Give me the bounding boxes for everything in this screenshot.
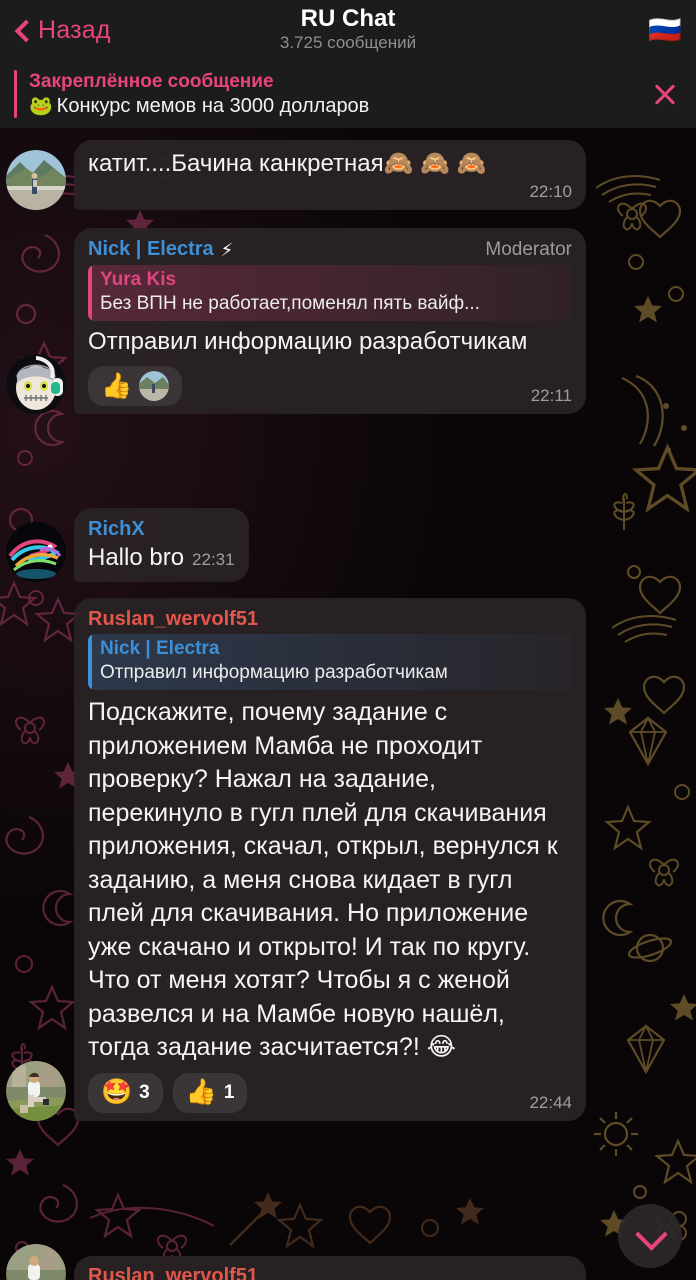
pinned-texts: Закреплённое сообщение 🐸 Конкурс мемов на… (29, 71, 648, 118)
reaction-count: 3 (139, 1081, 150, 1103)
chat-message-list[interactable]: катит....Бачина канкретная🙈 🙈 🙈 22:10 Ni… (0, 128, 696, 1280)
reaction-chip[interactable]: 👍 1 (172, 1072, 248, 1113)
pinned-accent-bar (14, 70, 17, 118)
lightning-badge-icon: ⚡ (220, 240, 234, 260)
chevron-down-icon (635, 1221, 665, 1251)
close-icon[interactable] (648, 77, 682, 111)
flag-icon: 🇷🇺 (648, 14, 682, 45)
message-sender-row: Nick | Electra ⚡ Moderator (88, 237, 572, 263)
thumbs-up-icon: 👍 (101, 371, 133, 400)
message-row[interactable]: RichX Hallo bro 22:31 (6, 508, 249, 582)
avatar[interactable] (6, 354, 66, 415)
message-text: Hallo bro (88, 544, 185, 571)
message-text: Подскажите, почему задание с приложением… (88, 698, 558, 1062)
reply-quote-text: Без ВПН не работает,поменял пять вайф... (100, 292, 480, 314)
message-bubble[interactable]: RichX Hallo bro 22:31 (74, 508, 249, 582)
message-time: 22:44 (529, 1092, 572, 1112)
reaction-avatar (139, 371, 170, 402)
avatar[interactable] (6, 1244, 66, 1280)
message-line: Hallo bro 22:31 (88, 543, 235, 574)
back-button[interactable]: Назад (14, 16, 111, 45)
moderator-label: Moderator (485, 239, 572, 260)
messages-container: катит....Бачина канкретная🙈 🙈 🙈 22:10 Ni… (0, 128, 696, 1280)
message-row[interactable]: Ruslan_wervolf51 Nick | Electra Отправил… (6, 598, 586, 1121)
avatar[interactable] (6, 1060, 66, 1121)
pinned-message-bar[interactable]: Закреплённое сообщение 🐸 Конкурс мемов на… (0, 60, 696, 128)
pinned-title: Закреплённое сообщение (29, 70, 274, 92)
reaction-chip[interactable]: 🤩 3 (88, 1072, 163, 1113)
reaction-count: 1 (223, 1081, 235, 1103)
reply-quote[interactable]: Nick | Electra Отправил информацию разра… (88, 634, 572, 691)
message-footer: 👍 22:11 (88, 358, 572, 407)
message-text: Отправил информацию разработчикам (88, 328, 528, 356)
page-title: RU Chat (300, 4, 396, 32)
chat-message-count: 3.725 сообщений (279, 33, 417, 53)
reply-quote-text: Отправил информацию разработчикам (100, 661, 448, 683)
message-row[interactable]: катит....Бачина канкретная🙈 🙈 🙈 22:10 (6, 140, 586, 210)
message-sender[interactable]: Nick | Electra (88, 237, 214, 262)
message-text: катит....Бачина канкретная🙈 🙈 🙈 (88, 150, 487, 177)
message-time: 22:10 (529, 181, 572, 201)
telegram-chat-screen: Назад RU Chat 3.725 сообщений 🇷🇺 Закрепл… (0, 0, 696, 1280)
chevron-left-icon (14, 21, 32, 39)
message-footer: 🤩 3 👍 1 22:44 (88, 1065, 572, 1113)
message-sender[interactable]: RichX (88, 517, 235, 542)
message-time: 22:11 (530, 386, 572, 406)
reactions-row[interactable]: 👍 (88, 366, 183, 407)
message-sender[interactable]: Ruslan_wervolf51 (88, 607, 572, 632)
thumbs-up-icon: 👍 (185, 1078, 217, 1107)
message-bubble[interactable]: Nick | Electra ⚡ Moderator Yura Kis Без … (74, 228, 586, 415)
avatar[interactable] (6, 521, 66, 582)
scroll-to-bottom-button[interactable] (618, 1204, 682, 1268)
chat-header: Назад RU Chat 3.725 сообщений 🇷🇺 (0, 0, 696, 60)
message-time: 22:31 (192, 550, 235, 569)
reaction-chip[interactable]: 👍 (88, 366, 183, 407)
message-bubble[interactable]: Ruslan_wervolf51 (74, 1256, 586, 1280)
message-row[interactable]: Nick | Electra ⚡ Moderator Yura Kis Без … (6, 228, 586, 415)
reactions-row[interactable]: 🤩 3 👍 1 (88, 1072, 248, 1113)
pinned-text: 🐸 Конкурс мемов на 3000 долларов (29, 94, 648, 118)
message-bubble[interactable]: катит....Бачина канкретная🙈 🙈 🙈 22:10 (74, 140, 586, 210)
frog-icon: 🐸 (29, 95, 53, 117)
reply-quote[interactable]: Yura Kis Без ВПН не работает,поменял пят… (88, 265, 572, 322)
reply-quote-sender: Yura Kis (100, 269, 177, 290)
back-button-label: Назад (38, 15, 111, 44)
reply-quote-sender: Nick | Electra (100, 638, 220, 659)
message-bubble[interactable]: Ruslan_wervolf51 Nick | Electra Отправил… (74, 598, 586, 1121)
message-sender[interactable]: Ruslan_wervolf51 (88, 1265, 572, 1280)
pinned-text-label: Конкурс мемов на 3000 долларов (56, 94, 370, 117)
star-struck-icon: 🤩 (101, 1078, 133, 1107)
message-row[interactable]: Ruslan_wervolf51 (6, 1244, 586, 1280)
avatar[interactable] (6, 149, 66, 210)
